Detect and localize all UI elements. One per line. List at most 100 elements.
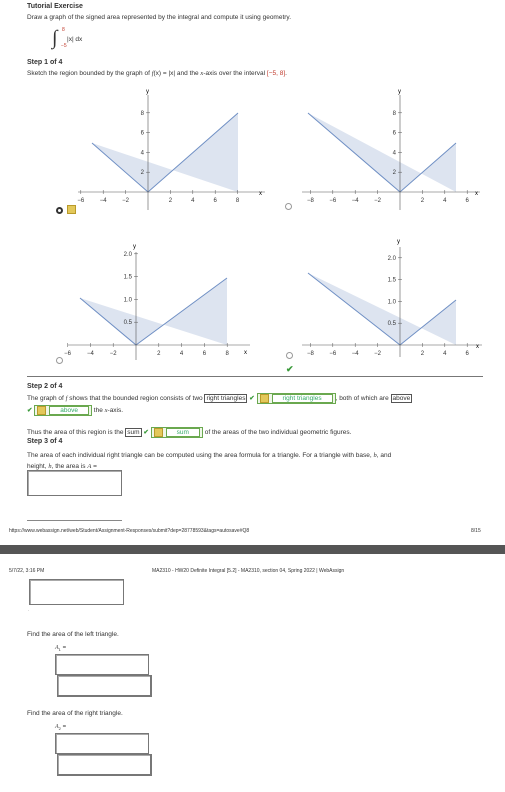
area-answer-input[interactable]: sum	[125, 428, 142, 438]
y-tick-label: 1.0	[124, 297, 133, 303]
x-tick-label: −8	[307, 351, 315, 357]
x-tick-label: 6	[466, 198, 470, 204]
x-tick-label: 6	[466, 351, 470, 357]
graph-2-region	[308, 113, 456, 192]
graph-4-y-label: y	[397, 239, 400, 245]
y-tick-label: 4	[393, 150, 397, 156]
graph-2-y-label: y	[398, 89, 401, 95]
graph-2-x-label: x	[475, 191, 478, 197]
page-break	[0, 545, 505, 554]
step2-label: Step 2 of 4	[27, 383, 63, 390]
y-tick-label: 4	[141, 150, 145, 156]
integral-lower-limit: −5	[61, 43, 67, 49]
integral-expression: ∫ 8 −5 |x| dx	[52, 27, 112, 50]
left-triangle-label: A1 =	[55, 645, 67, 653]
graph-3[interactable]: x y −6 −4 −2 2 4 6 8 0.5 1.0 1.5 2.0	[60, 240, 260, 365]
step2-answer1-key: right triangles	[256, 393, 336, 405]
footer-url: https://www.webassign.net/web/Student/As…	[9, 528, 250, 534]
x-tick-label: −6	[329, 351, 337, 357]
graph-1[interactable]: x y −6 −4 −2 2 4 6 82468	[60, 85, 280, 215]
graph-4-x-label: x	[476, 344, 479, 350]
step-divider	[27, 376, 483, 377]
y-tick-label: 8	[393, 111, 397, 117]
step2-text: The graph of f shows that the bounded re…	[27, 393, 487, 417]
footer-page-number: 8/15	[471, 528, 481, 534]
graph-2[interactable]: x y −8 −6 −4 −2 2 4 62468	[290, 85, 495, 215]
x-tick-label: −8	[307, 198, 315, 204]
x-tick-label: −4	[100, 198, 108, 204]
y-tick-label: 2.0	[388, 256, 397, 262]
step2-answer2-input[interactable]: above	[390, 394, 413, 404]
step3-text: The area of each individual right triang…	[27, 452, 392, 470]
x-tick-label: −4	[87, 351, 95, 357]
print-datetime: 5/7/22, 3:16 PM	[9, 568, 45, 574]
step2-answer2-key: above	[34, 405, 92, 417]
graph-3-region	[80, 278, 227, 345]
exercise-instruction: Draw a graph of the signed area represen…	[27, 14, 292, 21]
right-triangle-work-input[interactable]	[57, 754, 152, 776]
area-answer-key: sum	[150, 427, 203, 439]
x-tick-label: 2	[169, 198, 173, 204]
step2-answer1-input[interactable]: right triangles	[204, 394, 248, 404]
left-triangle-work-input[interactable]	[57, 675, 152, 697]
integrand: |x| dx	[67, 36, 83, 43]
y-tick-label: 8	[141, 111, 145, 117]
step1-text: Sketch the region bounded by the graph o…	[27, 70, 287, 77]
continued-answer-input[interactable]	[29, 579, 124, 605]
step2-check-icon-2: ✔	[27, 407, 33, 415]
graph-1-region	[92, 113, 238, 192]
y-tick-label: 6	[141, 131, 145, 137]
x-tick-label: 4	[191, 198, 195, 204]
left-triangle-prompt: Find the area of the left triangle.	[27, 631, 119, 638]
x-tick-label: 8	[236, 198, 240, 204]
x-tick-label: −6	[64, 351, 72, 357]
graph-3-y-label: y	[133, 244, 136, 250]
x-tick-label: −4	[352, 198, 360, 204]
step3-label: Step 3 of 4	[27, 438, 63, 445]
left-triangle-area-input[interactable]	[55, 654, 149, 675]
graph-4-region	[308, 273, 456, 345]
x-tick-label: 2	[157, 351, 161, 357]
x-tick-label: −2	[110, 351, 118, 357]
step1-label: Step 1 of 4	[27, 59, 63, 66]
graph-4[interactable]: x y −8 −6 −4 −2 2 4 6 0.5 1.0 1.5 2.0	[290, 235, 495, 360]
pencil-icon	[153, 428, 163, 437]
graph-1-x-label: x	[259, 191, 262, 197]
y-tick-label: 1.0	[388, 299, 397, 305]
right-triangle-area-input[interactable]	[55, 733, 149, 754]
integral-sign: ∫	[52, 27, 58, 49]
footer-rule	[27, 520, 122, 521]
graph-3-x-label: x	[244, 350, 247, 356]
x-tick-label: 4	[443, 198, 447, 204]
x-tick-label: 2	[421, 198, 425, 204]
x-tick-label: −2	[374, 198, 382, 204]
step2-check-icon-1: ✔	[249, 395, 255, 403]
area-check-icon: ✔	[143, 429, 149, 437]
x-tick-label: −2	[374, 351, 382, 357]
triangle-area-formula-input[interactable]	[27, 470, 122, 496]
y-tick-label: 0.5	[388, 321, 397, 327]
exercise-title: Tutorial Exercise	[27, 3, 83, 10]
pencil-icon	[259, 394, 269, 403]
x-tick-label: −2	[122, 198, 130, 204]
right-triangle-label: A2 =	[55, 724, 67, 732]
y-tick-label: 1.5	[124, 275, 133, 281]
y-tick-label: 0.5	[124, 320, 133, 326]
x-tick-label: −6	[329, 198, 337, 204]
x-tick-label: −6	[77, 198, 85, 204]
y-tick-label: 2.0	[124, 252, 133, 258]
dot-marker: .	[28, 607, 30, 613]
print-page-title: MA2310 - HW20 Definite Integral [5.2] - …	[152, 568, 345, 574]
x-tick-label: 8	[226, 351, 230, 357]
integral-upper-limit: 8	[62, 27, 65, 33]
x-tick-label: 4	[180, 351, 184, 357]
x-tick-label: 2	[421, 351, 425, 357]
graph-1-y-label: y	[146, 89, 149, 95]
x-tick-label: 6	[203, 351, 207, 357]
x-tick-label: 6	[214, 198, 218, 204]
x-tick-label: 4	[443, 351, 447, 357]
x-tick-label: −4	[352, 351, 360, 357]
graph-correct-check-icon: ✔	[286, 364, 294, 374]
y-tick-label: 1.5	[388, 278, 397, 284]
right-triangle-prompt: Find the area of the right triangle.	[27, 710, 123, 717]
